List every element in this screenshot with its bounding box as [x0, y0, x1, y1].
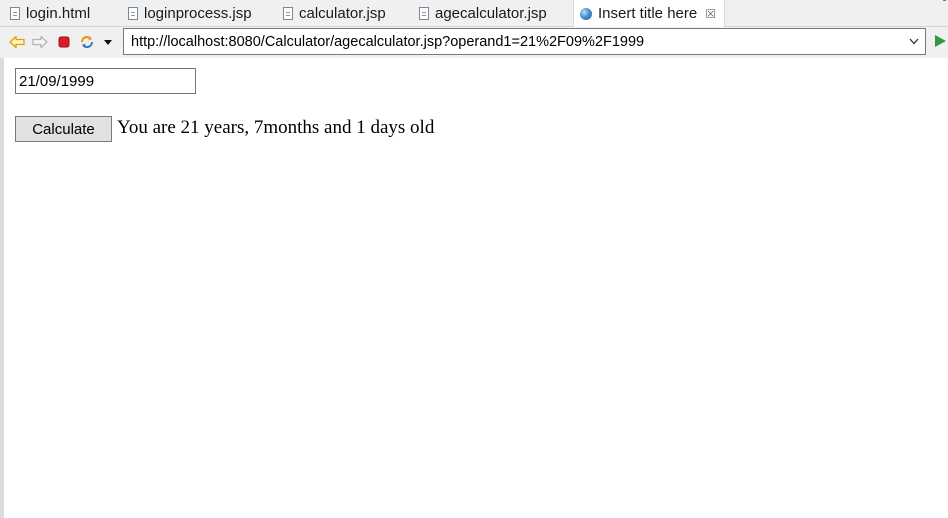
editor-tab-bar: login.html loginprocess.jsp calculator.j… [0, 0, 948, 27]
tab-label: Insert title here [598, 5, 698, 22]
tab-label: agecalculator.jsp [435, 4, 547, 22]
tab-login-html[interactable]: login.html [10, 0, 90, 26]
file-icon [283, 6, 293, 20]
dropdown-arrow-icon[interactable] [99, 33, 117, 51]
stop-icon[interactable] [55, 33, 73, 51]
file-icon [128, 6, 138, 20]
tab-loginprocess-jsp[interactable]: loginprocess.jsp [128, 0, 252, 26]
globe-icon [580, 7, 592, 20]
url-bar[interactable]: http://localhost:8080/Calculator/agecalc… [123, 28, 926, 55]
go-arrow-icon[interactable] [934, 34, 946, 53]
file-icon [419, 6, 429, 20]
date-input[interactable] [15, 68, 196, 94]
tab-calculator-jsp[interactable]: calculator.jsp [283, 0, 386, 26]
calculate-button[interactable]: Calculate [15, 116, 112, 142]
tab-label: loginprocess.jsp [144, 4, 252, 22]
forward-arrow-icon[interactable] [31, 33, 49, 51]
tab-agecalculator-jsp[interactable]: agecalculator.jsp [419, 0, 547, 26]
file-icon [10, 6, 20, 20]
url-input[interactable]: http://localhost:8080/Calculator/agecalc… [124, 34, 903, 50]
tab-insert-title-here[interactable]: Insert title here ☒ [573, 0, 725, 27]
chevron-down-icon[interactable] [903, 29, 925, 54]
close-icon[interactable]: ☒ [705, 7, 716, 21]
age-result-text: You are 21 years, 7months and 1 days old [117, 117, 435, 138]
refresh-icon[interactable] [78, 33, 96, 51]
tab-label: calculator.jsp [299, 4, 386, 22]
back-arrow-icon[interactable] [8, 33, 26, 51]
view-menu-icon[interactable] [943, 0, 946, 6]
tab-label: login.html [26, 4, 91, 22]
